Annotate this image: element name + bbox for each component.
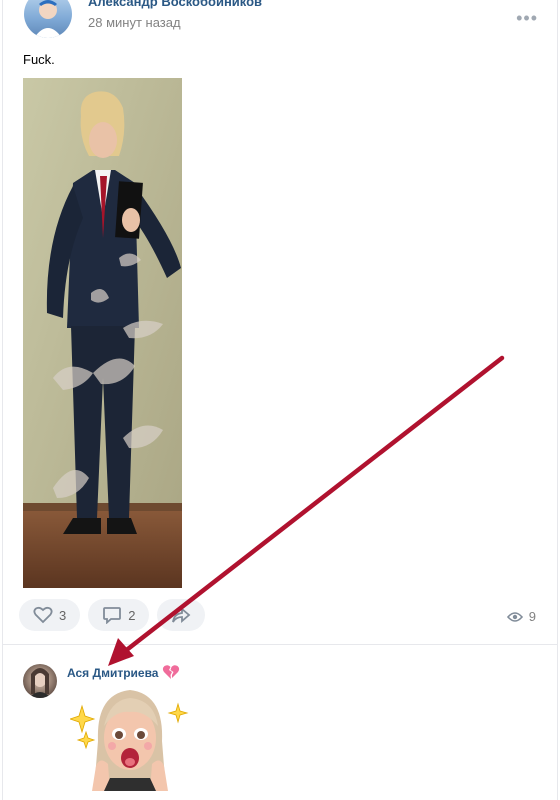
comment-icon (103, 607, 122, 624)
views-count: 9 (528, 609, 536, 624)
like-count: 3 (59, 607, 67, 623)
broken-heart-icon (162, 664, 180, 685)
comment-button[interactable]: 2 (88, 599, 150, 631)
commenter-avatar[interactable] (23, 664, 57, 698)
girl-sticker[interactable] (68, 686, 190, 791)
post-text: Fuck. (23, 52, 55, 67)
comment-count: 2 (128, 607, 136, 623)
comment-author-name[interactable]: Ася Дмитриева (67, 666, 158, 680)
post-photo[interactable] (23, 78, 182, 588)
share-icon (172, 607, 191, 623)
more-icon[interactable]: ••• (516, 8, 538, 29)
post-time[interactable]: 28 минут назад (88, 15, 181, 30)
views-counter: 9 (506, 609, 536, 624)
eye-icon (506, 611, 523, 622)
like-button[interactable]: 3 (19, 599, 81, 631)
heart-icon (33, 606, 53, 624)
post-actions: 3 2 (19, 599, 206, 633)
post-author-name[interactable]: Александр Воскобойников (88, 0, 262, 9)
comments-divider (2, 644, 558, 645)
share-button[interactable] (157, 599, 206, 631)
